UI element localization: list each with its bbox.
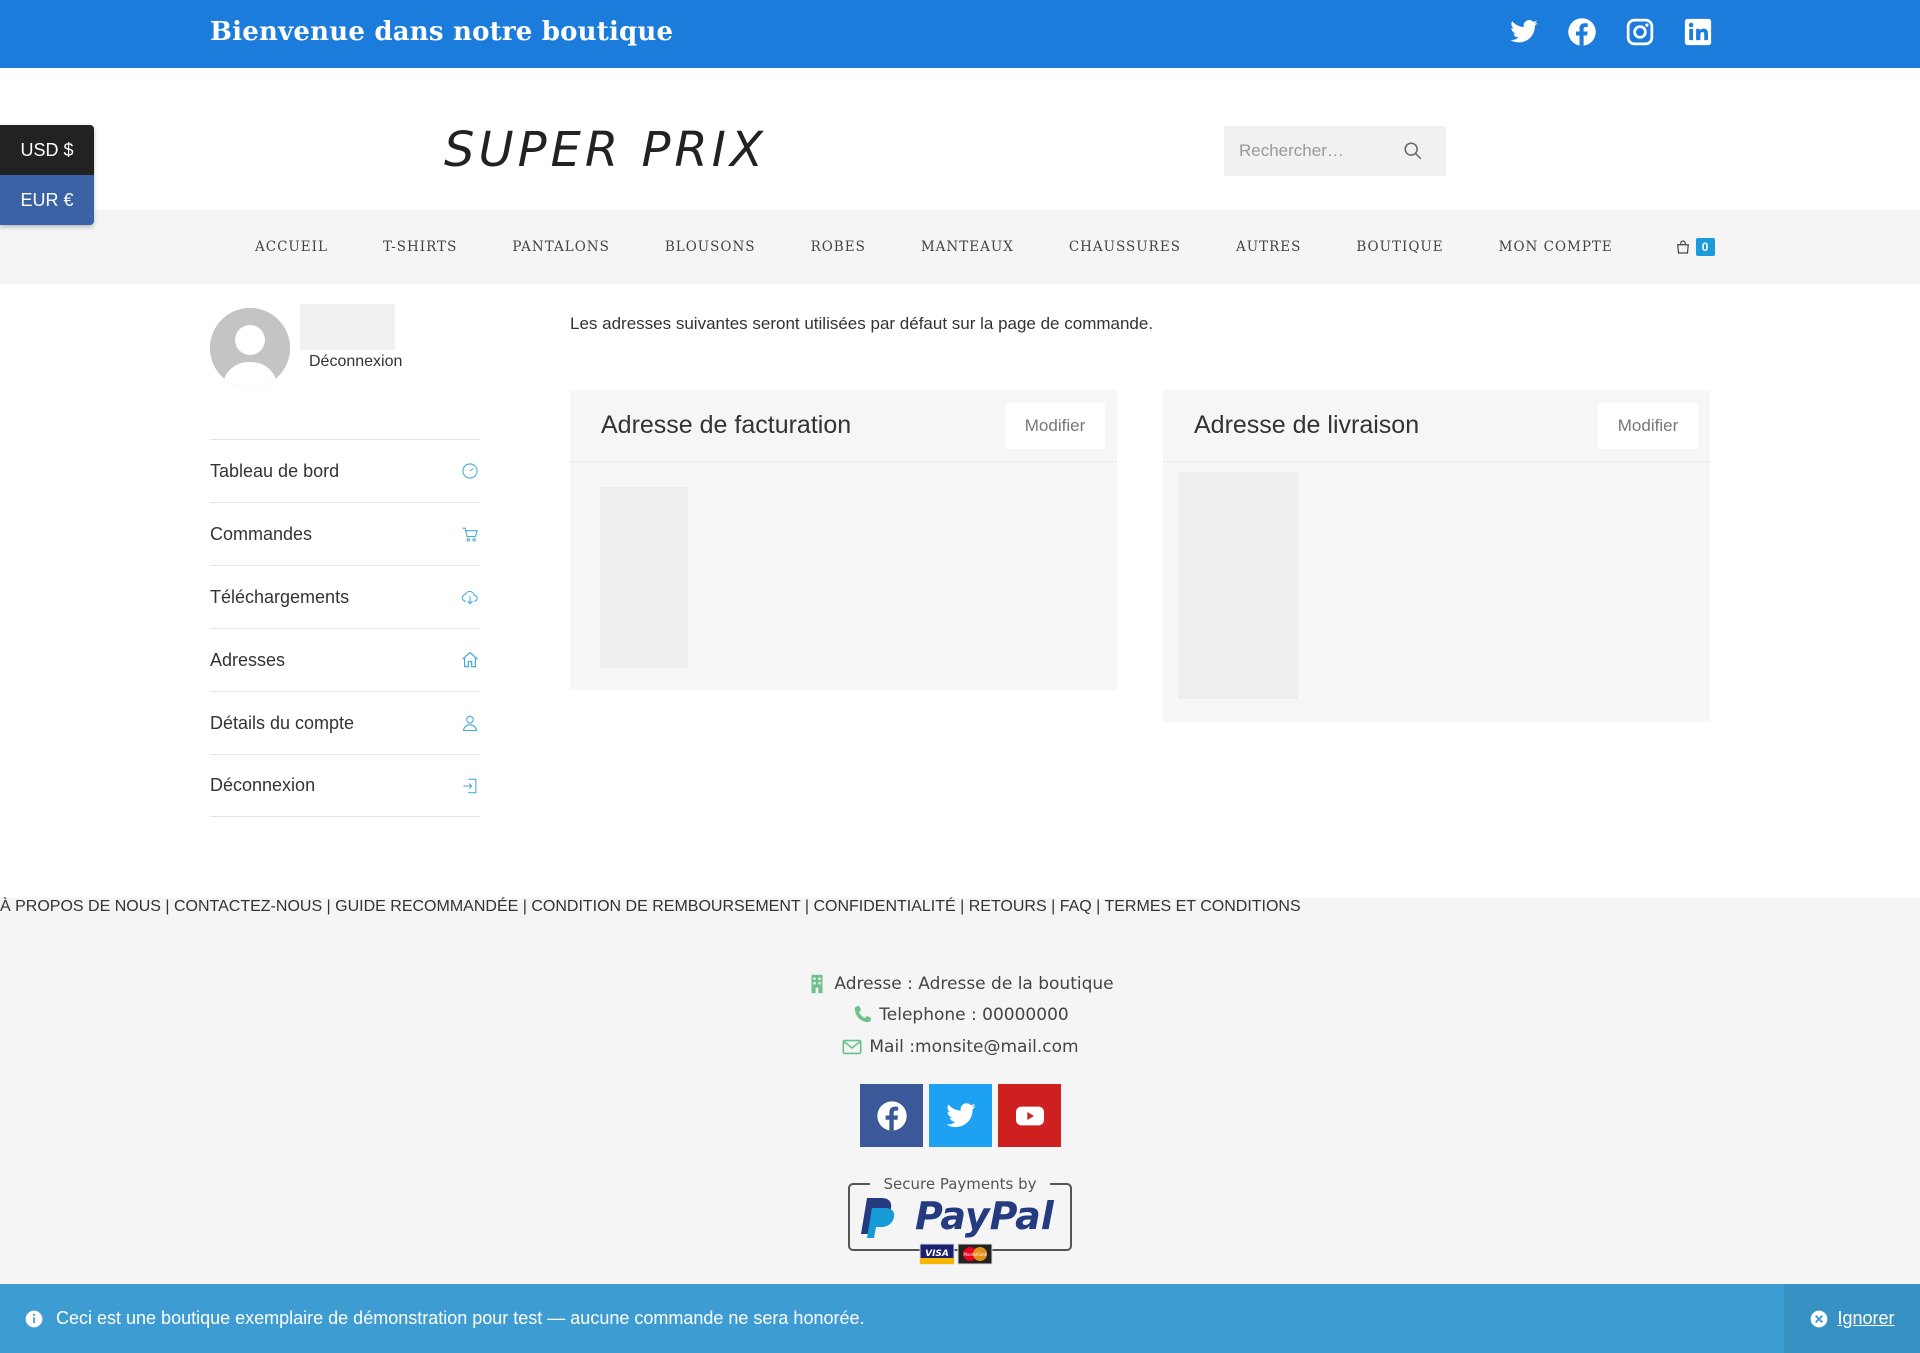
nav-robes[interactable]: ROBES	[811, 239, 866, 255]
logout-link[interactable]: Déconnexion	[309, 353, 402, 371]
youtube-icon	[1015, 1106, 1044, 1125]
info-icon	[25, 1310, 43, 1327]
instagram-icon[interactable]	[1625, 17, 1655, 47]
shipping-address-title: Adresse de livraison	[1194, 411, 1420, 439]
shipping-address-placeholder	[1178, 472, 1298, 699]
welcome-text: Bienvenue dans notre boutique	[210, 17, 674, 47]
footer-link-contact[interactable]: CONTACTEZ-NOUS	[174, 898, 322, 915]
shipping-edit-button[interactable]: Modifier	[1598, 402, 1698, 449]
cart-button[interactable]: 0	[1674, 238, 1716, 256]
mastercard-label: MasterCard	[963, 1252, 986, 1257]
account-nav-label: Téléchargements	[210, 586, 350, 607]
shipping-address-card: Adresse de livraison Modifier	[1163, 390, 1710, 722]
close-icon	[1811, 1310, 1828, 1327]
footer-address: Adresse : Adresse de la boutique	[0, 973, 1920, 995]
account-nav-label: Détails du compte	[210, 712, 355, 733]
cloud-download-icon	[461, 590, 478, 605]
main-nav: ACCUEIL T-SHIRTS PANTALONS BLOUSONS ROBE…	[0, 210, 1920, 284]
account-navigation: Tableau de bord Commandes Téléchargement…	[210, 439, 480, 817]
nav-t-shirts[interactable]: T-SHIRTS	[383, 239, 457, 255]
cart-count-badge: 0	[1695, 238, 1716, 256]
footer-youtube-button[interactable]	[998, 1084, 1061, 1147]
nav-manteaux[interactable]: MANTEAUX	[921, 239, 1014, 255]
visa-card-label: VISA	[925, 1249, 949, 1259]
facebook-icon	[876, 1100, 907, 1131]
footer-link-faq[interactable]: FAQ	[1060, 898, 1092, 915]
paypal-brand: PayPal	[915, 1194, 1055, 1238]
currency-eur-button[interactable]: EUR €	[0, 175, 94, 225]
footer-link-privacy[interactable]: CONFIDENTIALITÉ	[813, 898, 955, 915]
twitter-icon[interactable]	[1509, 17, 1539, 47]
account-nav-account-details[interactable]: Détails du compte	[210, 691, 480, 754]
billing-address-card: Adresse de facturation Modifier	[570, 390, 1117, 690]
dashboard-icon	[462, 463, 478, 479]
addresses-intro-text: Les adresses suivantes seront utilisées …	[570, 314, 1154, 333]
home-icon	[462, 651, 478, 668]
account-nav-label: Commandes	[210, 523, 313, 544]
top-social-links	[1509, 17, 1713, 47]
top-bar: Bienvenue dans notre boutique	[0, 0, 1920, 68]
logout-icon	[463, 778, 477, 793]
footer-mail-text: Mail :monsite@mail.com	[869, 1037, 1079, 1057]
twitter-icon	[945, 1102, 976, 1127]
building-icon	[811, 974, 823, 994]
envelope-icon	[842, 1039, 862, 1055]
nav-accueil[interactable]: ACCUEIL	[255, 239, 328, 255]
phone-icon	[855, 1005, 872, 1023]
search-input[interactable]	[1224, 126, 1394, 176]
footer-link-returns[interactable]: RETOURS	[969, 898, 1047, 915]
account-nav-addresses[interactable]: Adresses	[210, 628, 480, 691]
cart-icon	[462, 527, 478, 542]
paypal-caption: Secure Payments by	[884, 1175, 1037, 1193]
footer-facebook-button[interactable]	[860, 1084, 923, 1147]
avatar	[210, 308, 290, 388]
dismiss-notice-button[interactable]: Ignorer	[1784, 1284, 1920, 1353]
demo-store-notice: Ceci est une boutique exemplaire de démo…	[0, 1284, 1920, 1353]
user-icon	[462, 715, 478, 732]
account-nav-orders[interactable]: Commandes	[210, 502, 480, 565]
account-nav-logout[interactable]: Déconnexion	[210, 754, 480, 817]
footer-link-about[interactable]: À PROPOS DE NOUS	[0, 898, 161, 915]
footer-address-text: Adresse : Adresse de la boutique	[834, 974, 1114, 994]
currency-usd-button[interactable]: USD $	[0, 125, 94, 175]
billing-address-placeholder	[600, 487, 688, 668]
account-nav-label: Déconnexion	[210, 775, 316, 795]
footer-link-terms[interactable]: TERMES ET CONDITIONS	[1104, 898, 1300, 915]
account-nav-downloads[interactable]: Téléchargements	[210, 565, 480, 628]
nav-boutique[interactable]: BOUTIQUE	[1356, 239, 1443, 255]
account-nav-label: Tableau de bord	[210, 460, 340, 481]
footer-mail: Mail :monsite@mail.com	[0, 1036, 1920, 1058]
footer-link-refund[interactable]: CONDITION DE REMBOURSEMENT	[531, 898, 800, 915]
billing-edit-button[interactable]: Modifier	[1005, 402, 1105, 449]
account-nav-dashboard[interactable]: Tableau de bord	[210, 439, 480, 502]
footer-phone: Telephone : 00000000	[0, 1004, 1920, 1026]
account-nav-label: Adresses	[210, 649, 286, 670]
search-box	[1224, 126, 1446, 176]
shopping-bag-icon	[1676, 240, 1689, 254]
username-placeholder	[300, 304, 395, 350]
nav-pantalons[interactable]: PANTALONS	[512, 239, 610, 255]
site-logo[interactable]: SUPER PRIX	[444, 122, 767, 178]
nav-mon-compte[interactable]: MON COMPTE	[1499, 239, 1613, 255]
nav-autres[interactable]: AUTRES	[1236, 239, 1301, 255]
linkedin-icon[interactable]	[1683, 17, 1713, 47]
footer-twitter-button[interactable]	[929, 1084, 992, 1147]
demo-notice-text: Ceci est une boutique exemplaire de démo…	[56, 1308, 865, 1328]
footer-phone-text: Telephone : 00000000	[879, 1005, 1069, 1025]
facebook-icon[interactable]	[1567, 17, 1597, 47]
paypal-secure-badge: Secure Payments by PayPal VISA MasterCar…	[848, 1175, 1072, 1265]
footer-link-guide[interactable]: GUIDE RECOMMANDÉE	[335, 898, 518, 915]
search-icon[interactable]	[1402, 140, 1424, 162]
billing-address-title: Adresse de facturation	[601, 411, 852, 439]
nav-blousons[interactable]: BLOUSONS	[665, 239, 756, 255]
footer-social-buttons	[860, 1084, 1061, 1147]
currency-switcher: USD $ EUR €	[0, 125, 94, 225]
footer-links: À PROPOS DE NOUS | CONTACTEZ-NOUS | GUID…	[0, 898, 1301, 915]
dismiss-label: Ignorer	[1837, 1308, 1895, 1328]
nav-chaussures[interactable]: CHAUSSURES	[1069, 239, 1181, 255]
